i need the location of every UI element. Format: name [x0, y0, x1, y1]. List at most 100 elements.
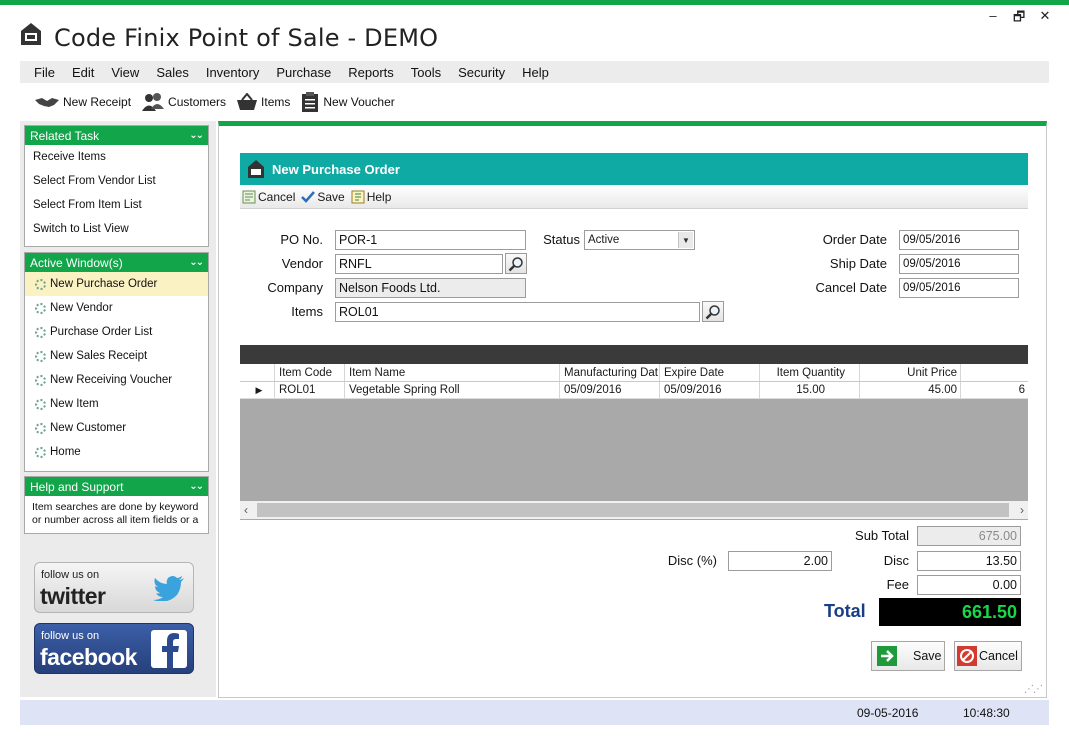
column-header-overflow — [961, 364, 1028, 381]
column-header-item-name[interactable]: Item Name — [345, 364, 560, 381]
scroll-left-icon[interactable]: ‹ — [244, 503, 248, 517]
save-button[interactable]: Save — [871, 641, 945, 671]
facebook-follow-text: follow us on — [41, 630, 100, 642]
cell-item-name[interactable]: Vegetable Spring Roll — [345, 382, 560, 398]
cell-expire-date[interactable]: 05/09/2016 — [660, 382, 760, 398]
items-lookup-button[interactable] — [702, 301, 724, 322]
gear-icon — [35, 350, 46, 362]
form-save-button[interactable]: Save — [301, 190, 345, 204]
window-item-new-vendor[interactable]: New Vendor — [25, 296, 208, 320]
menu-edit[interactable]: Edit — [72, 65, 94, 80]
related-task-title: Related Task — [30, 128, 100, 143]
ship-date-field[interactable]: 09/05/2016 — [899, 254, 1019, 274]
items-field[interactable]: ROL01 — [335, 302, 700, 322]
related-task-header[interactable]: Related Task ⌄⌄ — [25, 126, 208, 145]
window-item-new-item[interactable]: New Item — [25, 392, 208, 416]
form-cancel-button[interactable]: Cancel — [242, 190, 295, 204]
status-time: 10:48:30 — [963, 706, 1010, 720]
status-date: 09-05-2016 — [857, 706, 919, 720]
grid-horizontal-scrollbar[interactable]: ‹ › — [240, 501, 1028, 519]
window-item-home[interactable]: Home — [25, 440, 208, 464]
twitter-button[interactable]: follow us on twitter — [34, 562, 194, 613]
window-item-label: New Purchase Order — [50, 278, 158, 290]
ship-date-label: Ship Date — [829, 256, 887, 271]
po-no-field[interactable]: POR-1 — [335, 230, 526, 250]
facebook-button[interactable]: follow us on facebook — [34, 623, 194, 674]
total-label: Total — [824, 601, 866, 621]
column-header-manufacturing-date[interactable]: Manufacturing Dat — [560, 364, 660, 381]
collapse-chevron-icon[interactable]: ⌄⌄ — [189, 257, 204, 268]
menu-sales[interactable]: Sales — [156, 65, 189, 80]
twitter-logo-text: twitter — [40, 583, 106, 609]
minimize-button[interactable]: – — [987, 8, 999, 30]
fee-field[interactable]: 0.00 — [917, 575, 1021, 595]
company-field: Nelson Foods Ltd. — [335, 278, 526, 298]
disc-percent-label: Disc (%) — [667, 553, 717, 568]
column-header-item-code[interactable]: Item Code — [275, 364, 345, 381]
new-voucher-button[interactable]: New Voucher — [300, 91, 395, 113]
cell-overflow[interactable]: 6 — [961, 382, 1028, 398]
purchase-order-header: New Purchase Order — [240, 153, 1028, 185]
disc-label: Disc — [883, 553, 909, 568]
cell-item-code[interactable]: ROL01 — [275, 382, 345, 398]
collapse-chevron-icon[interactable]: ⌄⌄ — [189, 130, 204, 141]
row-header-corner — [240, 364, 275, 381]
cancel-button[interactable]: Cancel — [954, 641, 1022, 671]
order-date-field[interactable]: 09/05/2016 — [899, 230, 1019, 250]
window-item-new-customer[interactable]: New Customer — [25, 416, 208, 440]
column-header-unit-price[interactable]: Unit Price — [860, 364, 961, 381]
cell-item-quantity[interactable]: 15.00 — [760, 382, 860, 398]
cell-unit-price[interactable]: 45.00 — [860, 382, 961, 398]
items-button[interactable]: Items — [236, 93, 290, 111]
window-item-new-purchase-order[interactable]: New Purchase Order — [25, 272, 208, 296]
task-select-vendor[interactable]: Select From Vendor List — [25, 169, 208, 193]
menu-view[interactable]: View — [111, 65, 139, 80]
task-select-item[interactable]: Select From Item List — [25, 193, 208, 217]
fee-label: Fee — [886, 577, 909, 592]
menu-file[interactable]: File — [34, 65, 55, 80]
window-item-new-receiving-voucher[interactable]: New Receiving Voucher — [25, 368, 208, 392]
restore-button[interactable]: 🗗 — [1013, 8, 1025, 30]
new-receipt-button[interactable]: New Receipt — [34, 95, 131, 109]
vendor-field[interactable]: RNFL — [335, 254, 503, 274]
window-item-label: Home — [50, 446, 81, 458]
window-item-label: Purchase Order List — [50, 326, 153, 338]
form-help-button[interactable]: Help — [351, 190, 391, 204]
menu-help[interactable]: Help — [522, 65, 549, 80]
scroll-right-icon[interactable]: › — [1020, 503, 1024, 517]
customers-button[interactable]: Customers — [141, 92, 226, 112]
dropdown-arrow-icon[interactable]: ▼ — [678, 232, 693, 248]
cancel-date-field[interactable]: 09/05/2016 — [899, 278, 1019, 298]
menu-tools[interactable]: Tools — [411, 65, 441, 80]
save-button-label: Save — [913, 649, 942, 663]
resize-grip-icon[interactable]: ⋰⋰ — [1024, 684, 1043, 695]
menu-purchase[interactable]: Purchase — [276, 65, 331, 80]
menu-inventory[interactable]: Inventory — [206, 65, 259, 80]
close-button[interactable]: ✕ — [1039, 8, 1051, 30]
disc-percent-field[interactable]: 2.00 — [728, 551, 832, 571]
status-value: Active — [588, 234, 620, 246]
scrollbar-thumb[interactable] — [257, 503, 1009, 517]
menu-reports[interactable]: Reports — [348, 65, 394, 80]
window-item-purchase-order-list[interactable]: Purchase Order List — [25, 320, 208, 344]
vendor-lookup-button[interactable] — [505, 253, 527, 274]
table-row[interactable]: ▶ ROL01 Vegetable Spring Roll 05/09/2016… — [240, 382, 1028, 399]
help-support-header[interactable]: Help and Support ⌄⌄ — [25, 477, 208, 496]
sidebar: Related Task ⌄⌄ Receive Items Select Fro… — [20, 121, 216, 697]
window-item-new-sales-receipt[interactable]: New Sales Receipt — [25, 344, 208, 368]
collapse-chevron-icon[interactable]: ⌄⌄ — [189, 481, 204, 492]
menu-security[interactable]: Security — [458, 65, 505, 80]
status-select[interactable]: Active ▼ — [584, 230, 695, 250]
cell-manufacturing-date[interactable]: 05/09/2016 — [560, 382, 660, 398]
form-cancel-label: Cancel — [258, 189, 296, 204]
sub-total-label: Sub Total — [855, 528, 909, 543]
related-task-panel: Related Task ⌄⌄ Receive Items Select Fro… — [24, 125, 209, 247]
task-receive-items[interactable]: Receive Items — [25, 145, 208, 169]
gear-icon — [35, 374, 46, 386]
customers-label: Customers — [168, 95, 227, 109]
task-switch-list-view[interactable]: Switch to List View — [25, 217, 208, 241]
active-windows-header[interactable]: Active Window(s) ⌄⌄ — [25, 253, 208, 272]
disc-field[interactable]: 13.50 — [917, 551, 1021, 571]
column-header-item-quantity[interactable]: Item Quantity — [760, 364, 860, 381]
column-header-expire-date[interactable]: Expire Date — [660, 364, 760, 381]
